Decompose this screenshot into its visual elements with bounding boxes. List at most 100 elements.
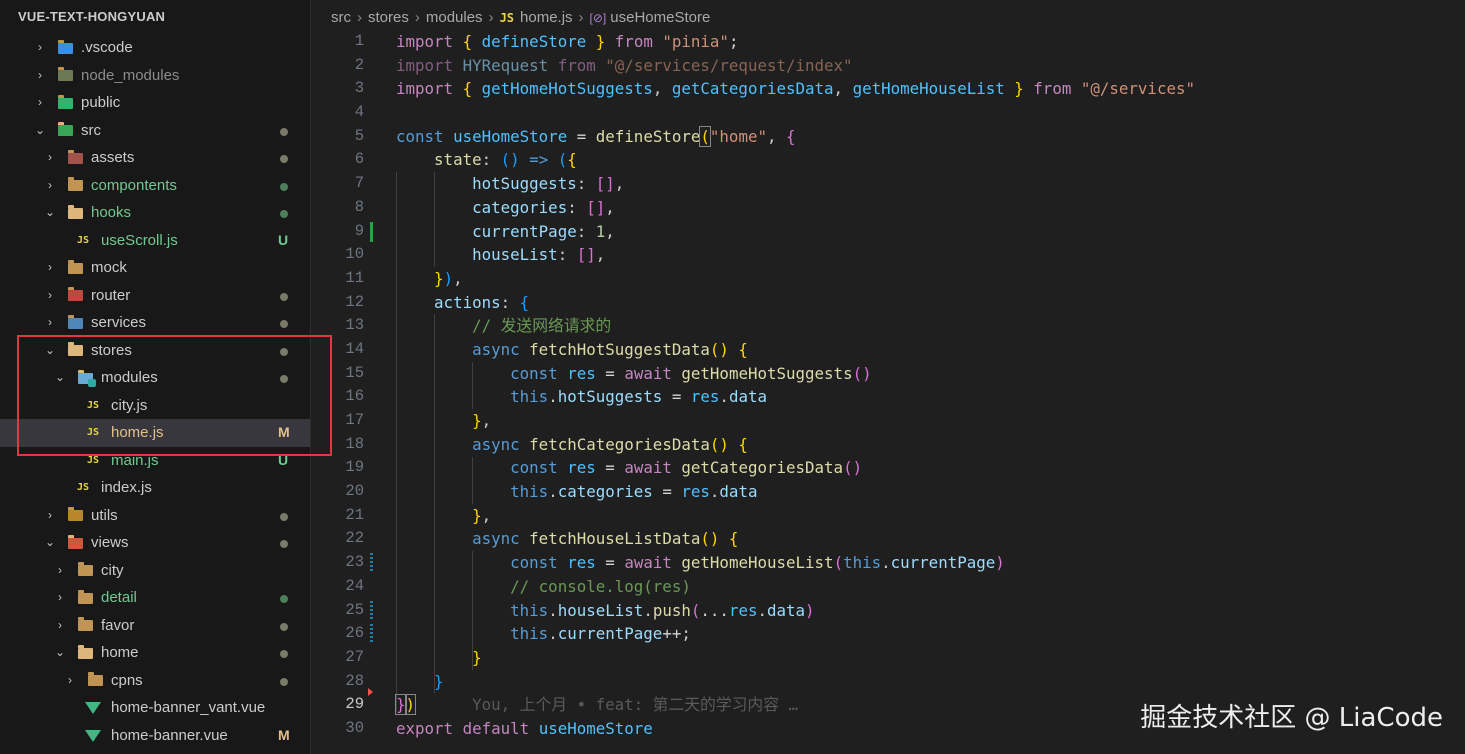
breadcrumb-stores[interactable]: stores (368, 9, 409, 26)
modified-dot (280, 292, 288, 301)
tree-item-views[interactable]: ⌄ views (0, 529, 310, 557)
tree-item-detail[interactable]: › detail (0, 584, 310, 612)
chevron-right-icon: › (38, 67, 42, 82)
line-content: const res = await getCategoriesData() (510, 458, 863, 478)
tree-item-src[interactable]: ⌄ src (0, 117, 310, 145)
line-content: const res = await getHomeHouseList(this.… (510, 553, 1005, 573)
folder-icon (77, 562, 93, 578)
code-line: 10 houseList: [], (311, 243, 1465, 267)
git-status-badge: U (278, 231, 289, 248)
breadcrumb-src[interactable]: src (331, 9, 351, 26)
tree-item-label: services (91, 314, 147, 331)
tree-item-label: public (81, 94, 121, 111)
code-line: 3 import { getHomeHotSuggests, getCategor… (311, 77, 1465, 101)
tree-item-favor[interactable]: › favor (0, 612, 310, 640)
code-line: 25 this.houseList.push(...res.data) (311, 599, 1465, 623)
line-number: 21 (345, 505, 364, 524)
tree-item-label: router (91, 286, 131, 304)
folder-open-icon (77, 644, 93, 660)
vue-file-icon (85, 729, 101, 743)
tree-item-label: mock (91, 259, 127, 276)
code-line: 26 this.currentPage++; (311, 622, 1465, 646)
tree-item-stores[interactable]: ⌄ stores (0, 337, 310, 365)
code-area[interactable]: 1 import { defineStore } from "pinia"; 2 i… (311, 30, 1465, 741)
git-added-marker (370, 221, 373, 242)
line-number: 7 (354, 174, 364, 193)
tree-item-label: views (91, 534, 129, 551)
modified-dot (280, 650, 288, 658)
line-content: }), (434, 268, 463, 288)
chevron-right-icon: › (38, 95, 42, 109)
line-number: 28 (345, 671, 364, 690)
line-content: async fetchCategoriesData() { (472, 434, 748, 454)
modified-dot (280, 320, 288, 328)
line-number: 10 (345, 245, 364, 264)
tree-item-label: assets (91, 149, 135, 166)
tree-item-home-folder[interactable]: ⌄ home (0, 639, 310, 667)
untracked-dot (280, 595, 288, 603)
line-number: 29 (345, 695, 364, 714)
explorer-title: VUE-TEXT-HONGYUAN (18, 9, 166, 24)
line-content: import { defineStore } from "pinia"; (396, 32, 739, 51)
tree-item-hooks[interactable]: ⌄ hooks (0, 199, 310, 227)
chevron-right-icon: › (68, 672, 72, 687)
tree-item-city-js[interactable]: JS city.js (0, 392, 310, 420)
tree-item-usescroll[interactable]: JS useScroll.js U (0, 227, 310, 255)
router-folder-icon (67, 287, 83, 303)
tree-item-assets[interactable]: › assets (0, 144, 310, 172)
breadcrumb-symbol[interactable]: useHomeStore (610, 9, 710, 26)
tree-item-home-js[interactable]: JS home.js M (0, 419, 310, 447)
utils-folder-icon (67, 507, 83, 523)
modified-dot (280, 540, 288, 548)
folder-icon (67, 177, 83, 193)
explorer-sidebar: VUE-TEXT-HONGYUAN › .vscode › node_modul… (0, 0, 311, 754)
line-number: 14 (345, 339, 364, 358)
line-content: const useHomeStore = defineStore("home",… (396, 125, 796, 147)
line-content: async fetchHouseListData() { (472, 529, 739, 549)
line-content: this.currentPage++; (510, 624, 691, 644)
tree-item-public[interactable]: › public (0, 89, 310, 117)
line-content: } (434, 671, 444, 691)
tree-item-label: home-banner.vue (111, 726, 228, 744)
tree-item-utils[interactable]: › utils (0, 502, 310, 530)
code-line: 12 actions: { (311, 291, 1465, 315)
line-content: async fetchHotSuggestData() { (472, 339, 748, 359)
tree-item-main-js[interactable]: JS main.js U (0, 447, 310, 475)
tree-item-index-js[interactable]: JS index.js (0, 474, 310, 502)
tree-item-cpns[interactable]: › cpns (0, 667, 310, 695)
node-folder-icon (57, 67, 73, 83)
tree-item-node-modules[interactable]: › node_modules (0, 62, 310, 90)
modified-dot (280, 512, 288, 521)
chevron-right-icon: › (48, 177, 52, 192)
line-content: // console.log(res) (510, 576, 691, 596)
chevron-right-icon: › (48, 150, 52, 164)
line-content: } (472, 647, 482, 667)
code-line: 2 import HYRequest from "@/services/reque… (311, 54, 1465, 78)
line-content: }, (472, 505, 492, 525)
git-status-badge: M (278, 726, 290, 743)
tree-item-modules[interactable]: ⌄ modules (0, 364, 310, 392)
tree-item-label: city (101, 561, 124, 579)
line-number: 19 (345, 458, 364, 477)
tree-item-home-banner-vant[interactable]: home-banner_vant.vue (0, 694, 310, 722)
chevron-right-icon: › (58, 590, 62, 604)
editor-pane[interactable]: src › stores › modules › JS home.js › [⊘] useHomeS… (311, 0, 1465, 754)
watermark: 掘金技术社区 @ LiaCode (1140, 703, 1443, 733)
line-content: this.houseList.push(...res.data) (510, 600, 815, 620)
breadcrumb-modules[interactable]: modules (426, 9, 483, 26)
tree-item-city-folder[interactable]: › city (0, 557, 310, 585)
tree-item-vscode[interactable]: › .vscode (0, 34, 310, 62)
code-line: 16 this.hotSuggests = res.data (311, 385, 1465, 409)
assets-folder-icon (67, 149, 83, 165)
tree-item-services[interactable]: › services (0, 309, 310, 337)
js-file-icon: JS (86, 399, 100, 411)
code-line: 15 const res = await getHomeHotSuggests(… (311, 362, 1465, 386)
tree-item-compontents[interactable]: › compontents (0, 172, 310, 200)
vscode-folder-icon (57, 39, 73, 55)
breadcrumb-file[interactable]: home.js (520, 9, 573, 26)
tree-item-label: .vscode (81, 39, 133, 56)
tree-item-mock[interactable]: › mock (0, 254, 310, 282)
tree-item-router[interactable]: › router (0, 282, 310, 310)
tree-item-label: detail (101, 589, 137, 606)
tree-item-home-banner[interactable]: home-banner.vue M (0, 722, 310, 750)
